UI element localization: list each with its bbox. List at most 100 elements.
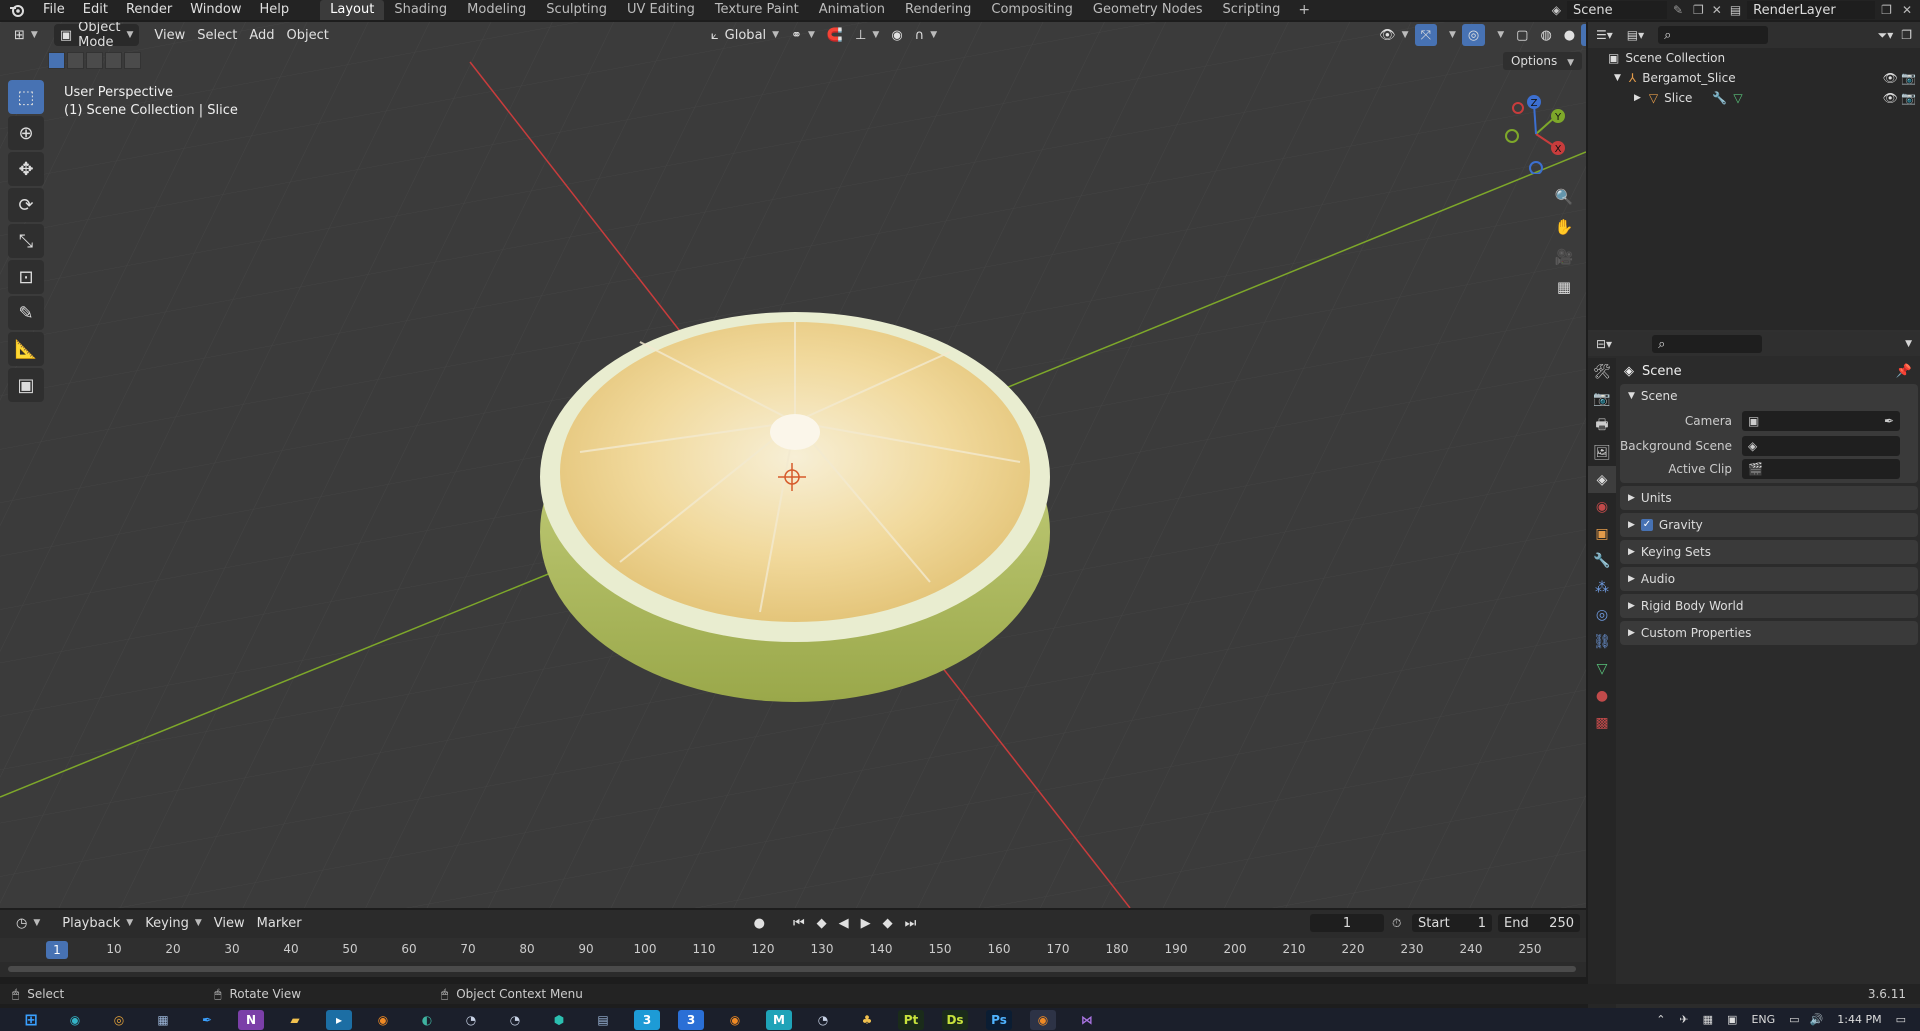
outliner-item-bergamot[interactable]: ▼ ⅄ Bergamot_Slice 👁 📷 — [1588, 68, 1920, 88]
gravity-checkbox[interactable]: ✓ — [1640, 519, 1653, 531]
pivot-point-icon[interactable]: ⚭ ▼ — [785, 24, 821, 46]
camera-view-icon[interactable]: 🎥 — [1551, 244, 1577, 270]
custom-properties-panel[interactable]: ▶ Custom Properties — [1620, 621, 1918, 645]
data-tab-icon[interactable]: ▽ — [1588, 655, 1616, 682]
view-layer-field[interactable]: RenderLayer — [1747, 1, 1876, 19]
network-icon[interactable]: ▭ — [1789, 1013, 1799, 1026]
scene-tab-icon[interactable]: ◈ — [1588, 466, 1616, 493]
overlay-dropdown-icon[interactable]: ▼ — [1485, 24, 1510, 46]
modifier-wrench-icon[interactable]: 🔧 — [1712, 91, 1727, 105]
app-icon-4[interactable]: ⬢ — [546, 1010, 572, 1030]
select-subtract-icon[interactable] — [86, 52, 103, 69]
rigid-body-world-panel[interactable]: ▶ Rigid Body World — [1620, 594, 1918, 618]
windows-start-icon[interactable]: ⊞ — [18, 1010, 44, 1030]
navigation-gizmo[interactable]: Y X Z — [1496, 90, 1580, 175]
maya-icon[interactable]: M — [766, 1009, 792, 1030]
remove-view-layer-icon[interactable]: ✕ — [1902, 3, 1912, 17]
pan-hand-icon[interactable]: ✋ — [1551, 214, 1577, 240]
blender-logo-icon[interactable] — [0, 0, 34, 20]
falloff-icon[interactable]: ∩ ▼ — [909, 24, 943, 46]
display-mode-icon[interactable]: ▤▾ — [1627, 28, 1644, 42]
gizmo-dropdown-icon[interactable]: ▼ — [1437, 24, 1462, 46]
stopwatch-icon[interactable]: ⏱ — [1392, 916, 1401, 931]
menu-object[interactable]: Object — [281, 24, 335, 46]
pin-icon[interactable]: ✎ — [1673, 3, 1683, 17]
select-new-icon[interactable] — [48, 52, 65, 69]
blender-alt-icon[interactable]: ◉ — [722, 1010, 748, 1030]
select-extend-icon[interactable] — [67, 52, 84, 69]
scene-icon[interactable]: ◈ — [1552, 3, 1561, 17]
properties-search-input[interactable]: ⌕ — [1652, 335, 1763, 353]
keying-sets-panel[interactable]: ▶ Keying Sets — [1620, 540, 1918, 564]
shading-solid-icon[interactable]: ● — [1558, 24, 1581, 46]
visual-studio-icon[interactable]: ⋈ — [1074, 1010, 1100, 1030]
select-invert-icon[interactable] — [105, 52, 122, 69]
eyedropper-icon[interactable]: ✒ — [1884, 414, 1894, 428]
feather-icon[interactable]: ✒ — [194, 1010, 220, 1030]
render-tab-icon[interactable]: 📷 — [1588, 385, 1616, 412]
pin-icon[interactable]: 📌 — [1896, 364, 1912, 379]
mode-dropdown[interactable]: ▣ Object Mode ▼ — [53, 22, 140, 50]
rigid-body-world-panel-header[interactable]: ▶ Rigid Body World — [1620, 594, 1918, 618]
end-frame-field[interactable]: End 250 — [1498, 914, 1580, 932]
notification-icon[interactable]: ▭ — [1896, 1013, 1906, 1026]
volume-icon[interactable]: 🔊 — [1810, 1013, 1824, 1026]
measure-icon[interactable]: 📐 — [8, 332, 44, 366]
proportional-edit-icon[interactable]: ◉ — [885, 24, 908, 46]
painter-icon[interactable]: Pt — [898, 1009, 924, 1030]
tab-sculpting[interactable]: Sculpting — [536, 0, 617, 20]
current-frame-field[interactable]: 1 — [1310, 914, 1384, 932]
camera-restrict-icon[interactable]: 📷 — [1901, 71, 1916, 85]
jump-end-icon[interactable]: ⏭ — [899, 912, 923, 934]
menu-add[interactable]: Add — [243, 24, 280, 46]
jump-keyframe-back-icon[interactable]: ◆ — [811, 912, 833, 934]
eye-icon[interactable]: 👁 — [1883, 91, 1898, 105]
outliner-item-slice[interactable]: ▶ ▽ Slice 🔧 ▽ 👁 📷 — [1588, 88, 1920, 108]
properties-options-icon[interactable]: ▼ — [1905, 339, 1912, 349]
shading-material-icon[interactable]: ◐ — [1581, 24, 1586, 46]
physics-tab-icon[interactable]: ◎ — [1588, 601, 1616, 628]
blender-taskbar-icon[interactable]: ◉ — [370, 1010, 396, 1030]
menu-playback[interactable]: Playback ▼ — [56, 912, 139, 934]
shading-wireframe-icon[interactable]: ◍ — [1534, 24, 1557, 46]
select-box-icon[interactable]: ⬚ — [8, 80, 44, 114]
gizmo-toggle-icon[interactable]: ⤧ — [1414, 24, 1437, 46]
snap-target-icon[interactable]: ⊥ ▼ — [849, 24, 885, 46]
calculator-icon[interactable]: ▦ — [150, 1010, 176, 1030]
menu-marker[interactable]: Marker — [251, 912, 308, 934]
world-tab-icon[interactable]: ◉ — [1588, 493, 1616, 520]
menu-timeline-view[interactable]: View — [208, 912, 251, 934]
view-layer-tab-icon[interactable]: 🖼 — [1588, 439, 1616, 466]
app-icon-2[interactable]: ◔ — [458, 1010, 484, 1030]
options-dropdown[interactable]: Options ▼ — [1502, 52, 1582, 70]
clock[interactable]: 1:44 PM — [1837, 1013, 1881, 1026]
chrome-icon[interactable]: ◎ — [106, 1010, 132, 1030]
collapse-arrow-icon[interactable]: ▶ — [1634, 93, 1641, 103]
expand-arrow-icon[interactable]: ▼ — [1614, 73, 1621, 83]
outliner-search-input[interactable]: ⌕ — [1658, 26, 1769, 44]
overlay-toggle-icon[interactable]: ◎ — [1461, 24, 1486, 46]
keying-sets-panel-header[interactable]: ▶ Keying Sets — [1620, 540, 1918, 564]
record-icon[interactable]: ● — [748, 912, 771, 934]
move-icon[interactable]: ✥ — [8, 152, 44, 186]
view-layer-icon[interactable]: ▤ — [1730, 3, 1741, 17]
visibility-icon[interactable]: 👁 ▼ — [1373, 24, 1414, 46]
app-icon-1[interactable]: ◐ — [414, 1010, 440, 1030]
tab-layout[interactable]: Layout — [320, 0, 385, 20]
gravity-panel-header[interactable]: ▶ ✓ Gravity — [1620, 513, 1918, 537]
menu-window[interactable]: Window — [181, 0, 250, 20]
bergamot-slice-mesh[interactable] — [540, 312, 1050, 702]
units-panel-header[interactable]: ▶ Units — [1620, 486, 1918, 510]
tab-compositing[interactable]: Compositing — [981, 0, 1083, 20]
transform-icon[interactable]: ⊡ — [8, 260, 44, 294]
edge-icon[interactable]: ◉ — [62, 1010, 88, 1030]
outliner-editor-icon[interactable]: ☰▾ — [1596, 28, 1613, 42]
gravity-panel[interactable]: ▶ ✓ Gravity — [1620, 513, 1918, 537]
designer-icon[interactable]: Ds — [942, 1009, 968, 1030]
outliner-scene-collection[interactable]: ▣ Scene Collection — [1588, 48, 1920, 68]
menu-render[interactable]: Render — [117, 0, 181, 20]
frame-ruler[interactable]: 1 10 20 30 40 50 60 70 80 90 100 110 120 130 140 150 160… — [0, 938, 1586, 962]
add-cube-icon[interactable]: ▣ — [8, 368, 44, 402]
scale-icon[interactable]: ⤡ — [8, 224, 44, 258]
menu-edit[interactable]: Edit — [74, 0, 117, 20]
